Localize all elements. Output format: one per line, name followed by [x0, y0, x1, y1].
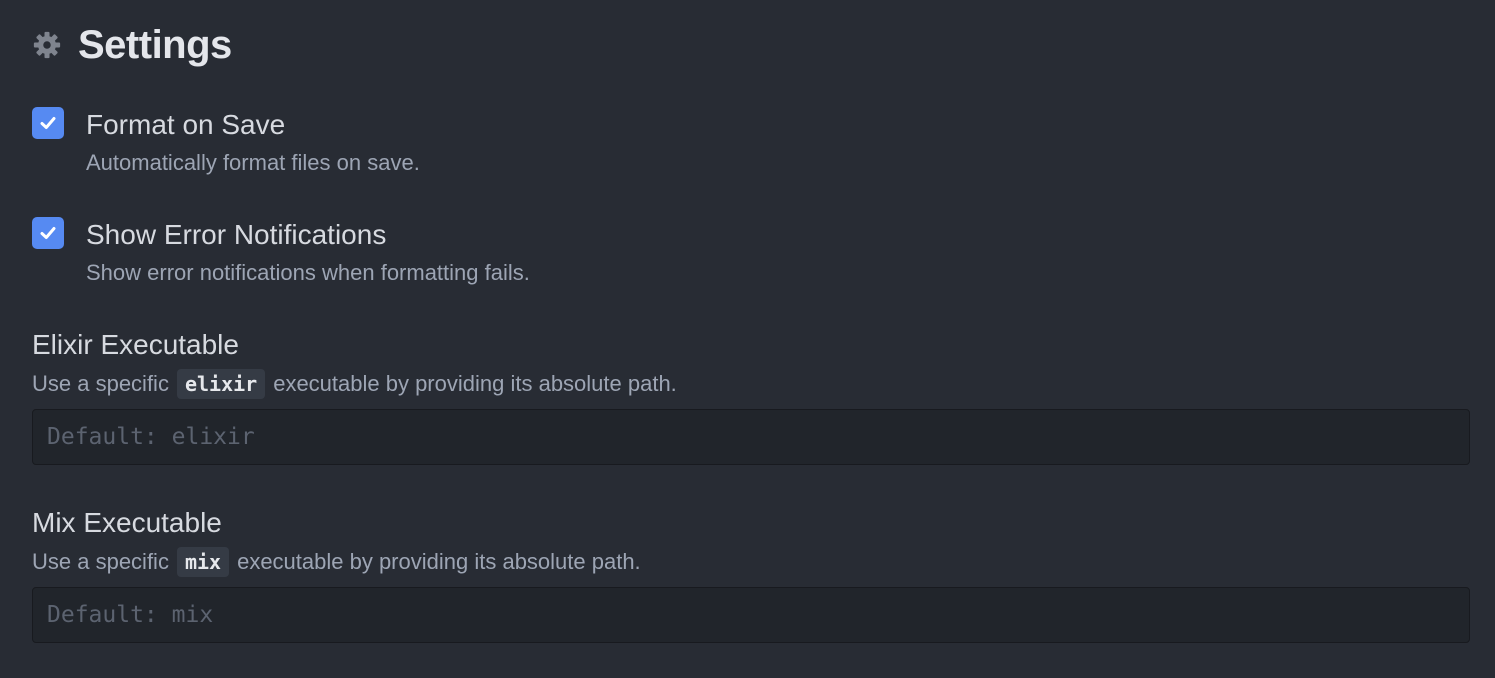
- show-error-notifications-label[interactable]: Show Error Notifications: [86, 219, 386, 251]
- format-on-save-label[interactable]: Format on Save: [86, 109, 285, 141]
- show-error-notifications-description: Show error notifications when formatting…: [86, 260, 530, 285]
- setting-elixir-executable: Elixir Executable Use a specific elixir …: [32, 329, 1472, 469]
- elixir-executable-input[interactable]: [32, 409, 1470, 465]
- elixir-executable-description: Use a specific elixir executable by prov…: [32, 369, 677, 399]
- checkmark-icon: [40, 117, 56, 129]
- mix-executable-input[interactable]: [32, 587, 1470, 643]
- code-mix: mix: [176, 547, 230, 577]
- page-title: Settings: [78, 22, 232, 67]
- mix-executable-label: Mix Executable: [32, 507, 222, 538]
- elixir-executable-label: Elixir Executable: [32, 329, 239, 360]
- code-elixir: elixir: [176, 369, 266, 399]
- settings-header: Settings: [32, 22, 232, 68]
- setting-format-on-save: Format on Save Automatically format file…: [32, 107, 1472, 182]
- show-error-notifications-checkbox[interactable]: [32, 217, 64, 249]
- checkmark-icon: [40, 227, 56, 239]
- description-prefix: Use a specific: [32, 371, 169, 396]
- description-suffix: executable by providing its absolute pat…: [237, 549, 641, 574]
- description-prefix: Use a specific: [32, 549, 169, 574]
- setting-mix-executable: Mix Executable Use a specific mix execut…: [32, 507, 1472, 647]
- setting-show-error-notifications: Show Error Notifications Show error noti…: [32, 217, 1472, 292]
- gear-icon: [32, 30, 62, 60]
- description-suffix: executable by providing its absolute pat…: [273, 371, 677, 396]
- mix-executable-description: Use a specific mix executable by providi…: [32, 547, 641, 577]
- format-on-save-description: Automatically format files on save.: [86, 150, 420, 175]
- format-on-save-checkbox[interactable]: [32, 107, 64, 139]
